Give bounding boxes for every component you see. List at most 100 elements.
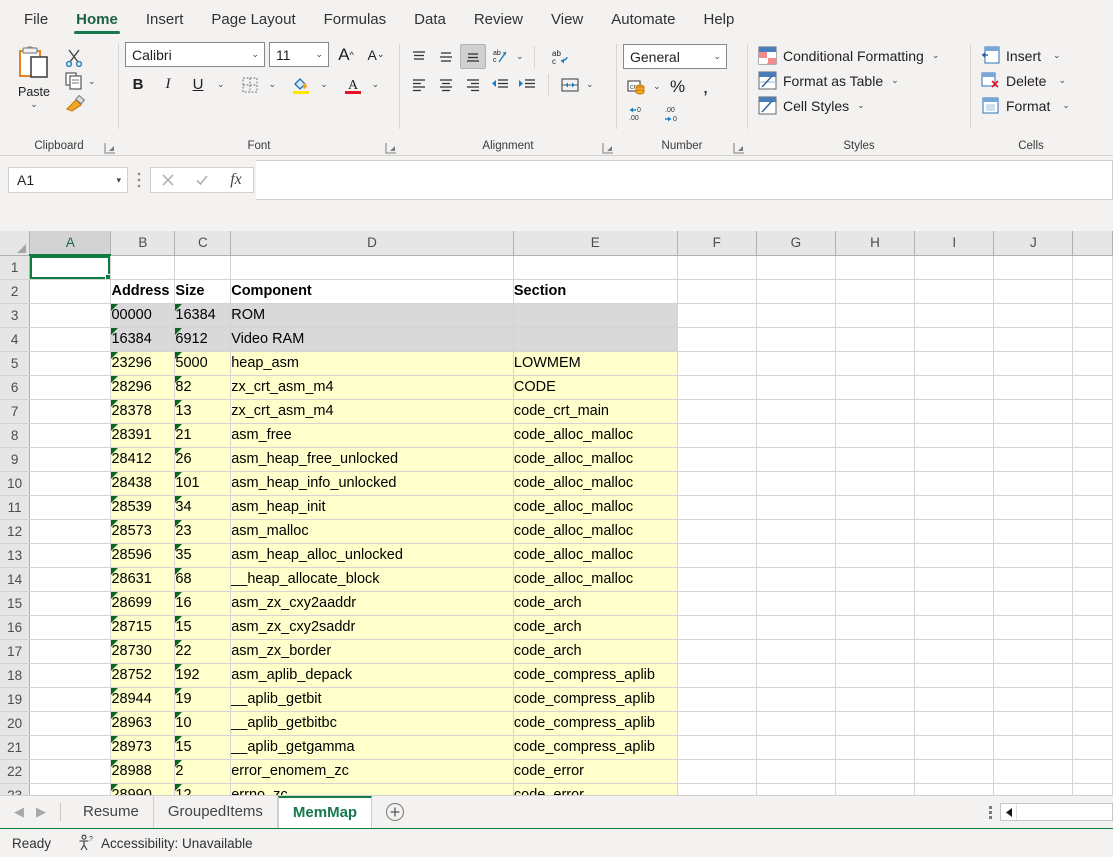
column-header-partial[interactable] bbox=[1072, 231, 1113, 256]
cell-B9[interactable]: 28412 bbox=[110, 447, 176, 472]
cell-A5[interactable] bbox=[29, 351, 112, 376]
cell-C14[interactable]: 68 bbox=[174, 567, 232, 592]
cell-E3[interactable] bbox=[513, 303, 678, 328]
cell-empty[interactable] bbox=[835, 543, 916, 568]
cell-empty[interactable] bbox=[756, 615, 836, 640]
cell-C6[interactable]: 82 bbox=[174, 375, 232, 400]
cell-empty[interactable] bbox=[1072, 543, 1113, 568]
cell-D8[interactable]: asm_free bbox=[230, 423, 514, 448]
cell-empty[interactable] bbox=[993, 375, 1074, 400]
cell-empty[interactable] bbox=[1072, 615, 1113, 640]
ribbon-tab-formulas[interactable]: Formulas bbox=[310, 7, 401, 38]
underline-button[interactable]: U bbox=[185, 72, 211, 97]
cell-E16[interactable]: code_arch bbox=[513, 615, 678, 640]
cell-D19[interactable]: __aplib_getbit bbox=[230, 687, 514, 712]
cell-B11[interactable]: 28539 bbox=[110, 495, 176, 520]
percent-style-button[interactable]: % bbox=[665, 74, 691, 99]
cell-C1[interactable] bbox=[174, 255, 232, 280]
font-color-chevron-down-icon[interactable]: ⌄ bbox=[370, 79, 382, 90]
cell-A19[interactable] bbox=[29, 687, 112, 712]
cell-C19[interactable]: 19 bbox=[174, 687, 232, 712]
cell-empty[interactable] bbox=[1072, 303, 1113, 328]
cell-empty[interactable] bbox=[1072, 351, 1113, 376]
format-as-table-button[interactable]: Format as Table ⌄ bbox=[754, 69, 964, 92]
cell-empty[interactable] bbox=[677, 735, 757, 760]
row-header-17[interactable]: 17 bbox=[0, 639, 31, 664]
cell-A8[interactable] bbox=[29, 423, 112, 448]
cell-empty[interactable] bbox=[1072, 687, 1113, 712]
cell-B12[interactable]: 28573 bbox=[110, 519, 176, 544]
format-cells-button[interactable]: Format ⌄ bbox=[977, 94, 1085, 117]
cell-empty[interactable] bbox=[835, 663, 916, 688]
cell-empty[interactable] bbox=[1072, 639, 1113, 664]
cell-A10[interactable] bbox=[29, 471, 112, 496]
column-header-b[interactable]: B bbox=[110, 231, 176, 256]
cell-empty[interactable] bbox=[993, 495, 1074, 520]
name-box[interactable]: A1 ▾ bbox=[8, 167, 128, 193]
accounting-chevron-down-icon[interactable]: ⌄ bbox=[651, 81, 663, 92]
cell-empty[interactable] bbox=[1072, 567, 1113, 592]
cell-empty[interactable] bbox=[677, 543, 757, 568]
font-name-combo[interactable]: Calibri ⌄ bbox=[125, 42, 265, 67]
cell-empty[interactable] bbox=[1072, 495, 1113, 520]
cell-empty[interactable] bbox=[993, 567, 1074, 592]
ribbon-tab-review[interactable]: Review bbox=[460, 7, 537, 38]
cell-empty[interactable] bbox=[1072, 399, 1113, 424]
cell-C22[interactable]: 2 bbox=[174, 759, 232, 784]
cell-C10[interactable]: 101 bbox=[174, 471, 232, 496]
cell-empty[interactable] bbox=[835, 783, 916, 795]
cell-E14[interactable]: code_alloc_malloc bbox=[513, 567, 678, 592]
cell-E18[interactable]: code_compress_aplib bbox=[513, 663, 678, 688]
cell-empty[interactable] bbox=[993, 471, 1074, 496]
cell-D22[interactable]: error_enomem_zc bbox=[230, 759, 514, 784]
merge-center-chevron-down-icon[interactable]: ⌄ bbox=[584, 79, 596, 90]
cell-empty[interactable] bbox=[835, 735, 916, 760]
cell-empty[interactable] bbox=[1072, 375, 1113, 400]
orientation-chevron-down-icon[interactable]: ⌄ bbox=[514, 51, 526, 62]
row-header-10[interactable]: 10 bbox=[0, 471, 31, 496]
cell-A13[interactable] bbox=[29, 543, 112, 568]
column-header-f[interactable]: F bbox=[677, 231, 757, 256]
cell-A9[interactable] bbox=[29, 447, 112, 472]
cell-empty[interactable] bbox=[1072, 663, 1113, 688]
cell-empty[interactable] bbox=[677, 351, 757, 376]
row-header-7[interactable]: 7 bbox=[0, 399, 31, 424]
cell-empty[interactable] bbox=[1072, 735, 1113, 760]
cell-B23[interactable]: 28990 bbox=[110, 783, 176, 795]
cell-empty[interactable] bbox=[914, 783, 995, 795]
cell-E7[interactable]: code_crt_main bbox=[513, 399, 678, 424]
cell-C3[interactable]: 16384 bbox=[174, 303, 232, 328]
cell-D12[interactable]: asm_malloc bbox=[230, 519, 514, 544]
formula-bar-grip[interactable] bbox=[128, 171, 150, 189]
row-header-1[interactable]: 1 bbox=[0, 255, 31, 280]
conditional-formatting-button[interactable]: Conditional Formatting ⌄ bbox=[754, 44, 964, 67]
cell-E11[interactable]: code_alloc_malloc bbox=[513, 495, 678, 520]
cell-empty[interactable] bbox=[756, 279, 836, 304]
cell-empty[interactable] bbox=[1072, 471, 1113, 496]
cell-empty[interactable] bbox=[756, 735, 836, 760]
cell-B20[interactable]: 28963 bbox=[110, 711, 176, 736]
cell-empty[interactable] bbox=[756, 471, 836, 496]
font-name-chevron-down-icon[interactable]: ⌄ bbox=[249, 49, 261, 60]
cell-C18[interactable]: 192 bbox=[174, 663, 232, 688]
align-left-button[interactable] bbox=[406, 72, 432, 97]
orientation-button[interactable]: ab c bbox=[487, 44, 513, 69]
insert-chevron-down-icon[interactable]: ⌄ bbox=[1051, 50, 1063, 61]
fill-color-chevron-down-icon[interactable]: ⌄ bbox=[318, 79, 330, 90]
cell-B13[interactable]: 28596 bbox=[110, 543, 176, 568]
number-format-chevron-down-icon[interactable]: ⌄ bbox=[711, 51, 723, 62]
cell-empty[interactable] bbox=[993, 735, 1074, 760]
cancel-formula-button[interactable] bbox=[151, 168, 185, 192]
cell-empty[interactable] bbox=[1072, 279, 1113, 304]
cell-empty[interactable] bbox=[1072, 423, 1113, 448]
cell-B3[interactable]: 00000 bbox=[110, 303, 176, 328]
cell-A4[interactable] bbox=[29, 327, 112, 352]
alignment-dialog-launcher-icon[interactable] bbox=[602, 142, 614, 154]
cell-empty[interactable] bbox=[993, 447, 1074, 472]
paste-button[interactable]: Paste ⌄ bbox=[6, 42, 62, 110]
cell-D23[interactable]: errno_zc bbox=[230, 783, 514, 795]
cell-empty[interactable] bbox=[914, 591, 995, 616]
cell-empty[interactable] bbox=[835, 375, 916, 400]
cell-empty[interactable] bbox=[914, 447, 995, 472]
cell-empty[interactable] bbox=[914, 543, 995, 568]
